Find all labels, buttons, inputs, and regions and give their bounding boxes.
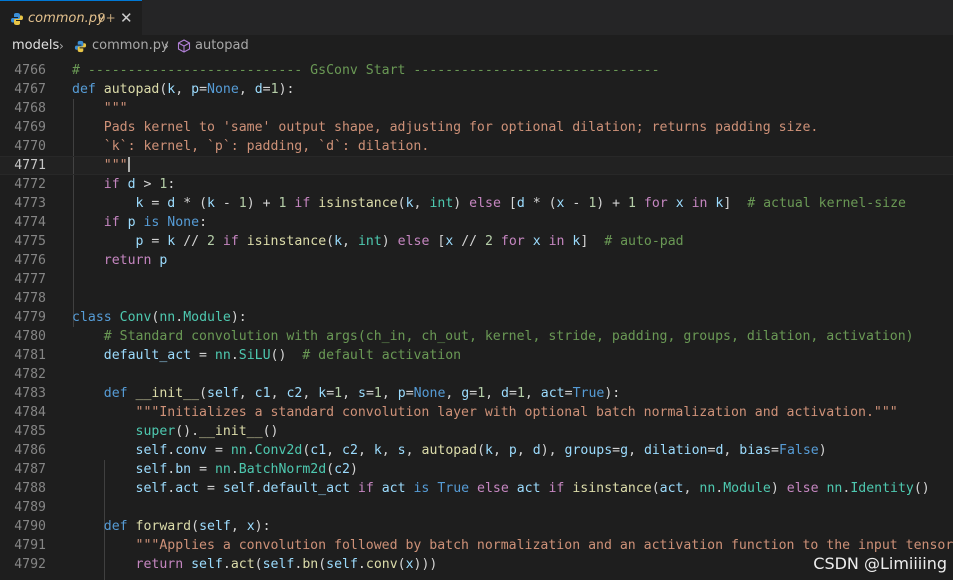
problems-badge: 9+ xyxy=(98,11,116,25)
method-cube-icon xyxy=(177,39,191,53)
code-line[interactable]: 4786 self.conv = nn.Conv2d(c1, c2, k, s,… xyxy=(0,441,953,460)
code-line[interactable]: 4780 # Standard convolution with args(ch… xyxy=(0,327,953,346)
line-text: return self.act(self.bn(self.conv(x))) xyxy=(72,557,438,572)
breadcrumb-folder[interactable]: models xyxy=(12,38,59,53)
python-file-icon xyxy=(74,40,87,53)
line-number: 4769 xyxy=(14,120,46,135)
breadcrumb-file[interactable]: common.py xyxy=(92,38,169,53)
line-text: super().__init__() xyxy=(72,424,279,439)
line-number: 4776 xyxy=(14,253,46,268)
code-line[interactable]: 4792 return self.act(self.bn(self.conv(x… xyxy=(0,555,953,574)
code-line[interactable]: 4769 Pads kernel to 'same' output shape,… xyxy=(0,118,953,137)
line-text: default_act = nn.SiLU() # default activa… xyxy=(72,348,462,363)
line-number: 4781 xyxy=(14,348,46,363)
line-text: """Initializes a standard convolution la… xyxy=(72,405,898,420)
line-text: self.bn = nn.BatchNorm2d(c2) xyxy=(72,462,358,477)
code-line[interactable]: 4768 """ xyxy=(0,99,953,118)
code-line[interactable]: 4773 k = d * (k - 1) + 1 if isinstance(k… xyxy=(0,194,953,213)
python-file-icon xyxy=(11,13,23,25)
line-number: 4775 xyxy=(14,234,46,249)
code-line[interactable]: 4782 xyxy=(0,365,953,384)
line-number: 4773 xyxy=(14,196,46,211)
code-line[interactable]: 4789 xyxy=(0,498,953,517)
line-number: 4788 xyxy=(14,481,46,496)
line-text: # --------------------------- GsConv Sta… xyxy=(72,63,660,78)
chevron-right-icon: › xyxy=(59,39,64,53)
close-icon[interactable]: ✕ xyxy=(120,9,133,27)
line-text: # Standard convolution with args(ch_in, … xyxy=(72,329,914,344)
line-number: 4777 xyxy=(14,272,46,287)
line-number: 4784 xyxy=(14,405,46,420)
line-number: 4789 xyxy=(14,500,46,515)
code-editor[interactable]: 4766 # --------------------------- GsConv… xyxy=(0,61,953,580)
code-line[interactable]: 4772 if d > 1: xyxy=(0,175,953,194)
line-number: 4782 xyxy=(14,367,46,382)
line-number: 4771 xyxy=(14,158,46,173)
code-line[interactable]: 4775 p = k // 2 if isinstance(k, int) el… xyxy=(0,232,953,251)
line-number: 4770 xyxy=(14,139,46,154)
text-cursor xyxy=(127,157,130,172)
code-line[interactable]: 4774 if p is None: xyxy=(0,213,953,232)
line-number: 4778 xyxy=(14,291,46,306)
line-text: self.conv = nn.Conv2d(c1, c2, k, s, auto… xyxy=(72,443,827,458)
code-line[interactable]: 4778 xyxy=(0,289,953,308)
line-text: Pads kernel to 'same' output shape, adju… xyxy=(72,120,819,135)
line-text: return p xyxy=(72,253,168,268)
code-line[interactable]: 4776 return p xyxy=(0,251,953,270)
editor-tab[interactable]: common.py 9+ ✕ xyxy=(0,0,142,35)
line-number: 4792 xyxy=(14,557,46,572)
line-number: 4780 xyxy=(14,329,46,344)
chevron-right-icon: › xyxy=(164,39,169,53)
code-line[interactable]: 4777 xyxy=(0,270,953,289)
line-text: class Conv(nn.Module): xyxy=(72,310,247,325)
line-number: 4767 xyxy=(14,82,46,97)
code-line[interactable]: 4781 default_act = nn.SiLU() # default a… xyxy=(0,346,953,365)
breadcrumb-symbol[interactable]: autopad xyxy=(195,38,249,53)
line-number: 4787 xyxy=(14,462,46,477)
code-line[interactable]: 4784 """Initializes a standard convoluti… xyxy=(0,403,953,422)
line-text: self.act = self.default_act if act is Tr… xyxy=(72,481,930,496)
code-line[interactable]: 4788 self.act = self.default_act if act … xyxy=(0,479,953,498)
line-number: 4774 xyxy=(14,215,46,230)
line-text: """Applies a convolution followed by bat… xyxy=(72,538,953,553)
code-line[interactable]: 4770 `k`: kernel, `p`: padding, `d`: dil… xyxy=(0,137,953,156)
tab-filename: common.py xyxy=(28,11,105,26)
code-line[interactable]: 4767 def autopad(k, p=None, d=1): xyxy=(0,80,953,99)
line-number: 4779 xyxy=(14,310,46,325)
code-line[interactable]: 4783 def __init__(self, c1, c2, k=1, s=1… xyxy=(0,384,953,403)
code-line[interactable]: 4766 # --------------------------- GsConv… xyxy=(0,61,953,80)
line-text: """ xyxy=(72,157,130,173)
line-number: 4785 xyxy=(14,424,46,439)
line-number: 4768 xyxy=(14,101,46,116)
line-text: """ xyxy=(72,101,128,116)
line-number: 4766 xyxy=(14,63,46,78)
line-number: 4786 xyxy=(14,443,46,458)
line-text: def forward(self, x): xyxy=(72,519,271,534)
line-text: p = k // 2 if isinstance(k, int) else [x… xyxy=(72,234,684,249)
line-number: 4783 xyxy=(14,386,46,401)
line-text: def __init__(self, c1, c2, k=1, s=1, p=N… xyxy=(72,386,621,401)
watermark: CSDN @Limiiiing xyxy=(813,554,947,573)
line-text: `k`: kernel, `p`: padding, `d`: dilation… xyxy=(72,139,430,154)
breadcrumb: models › common.py › autopad xyxy=(0,35,953,57)
code-line[interactable]: 4771 """ xyxy=(0,156,953,175)
code-line[interactable]: 4787 self.bn = nn.BatchNorm2d(c2) xyxy=(0,460,953,479)
tab-bar: common.py 9+ ✕ xyxy=(0,0,953,35)
code-line[interactable]: 4779 class Conv(nn.Module): xyxy=(0,308,953,327)
code-line[interactable]: 4791 """Applies a convolution followed b… xyxy=(0,536,953,555)
code-line[interactable]: 4790 def forward(self, x): xyxy=(0,517,953,536)
line-number: 4790 xyxy=(14,519,46,534)
line-number: 4772 xyxy=(14,177,46,192)
line-text: def autopad(k, p=None, d=1): xyxy=(72,82,295,97)
line-text: if p is None: xyxy=(72,215,208,230)
line-text: k = d * (k - 1) + 1 if isinstance(k, int… xyxy=(72,196,906,211)
line-text: if d > 1: xyxy=(72,177,176,192)
line-number: 4791 xyxy=(14,538,46,553)
code-line[interactable]: 4785 super().__init__() xyxy=(0,422,953,441)
